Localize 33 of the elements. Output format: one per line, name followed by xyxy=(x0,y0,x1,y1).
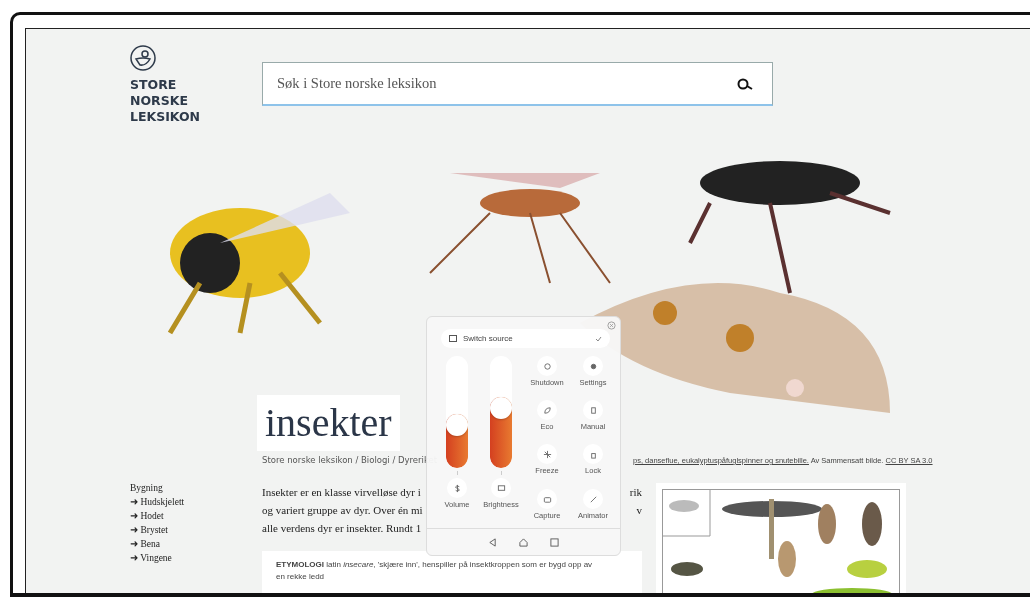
paragraph-text: og variert gruppe av dyr. Over én mi xyxy=(262,503,423,518)
snowflake-icon xyxy=(542,449,552,459)
home-button[interactable] xyxy=(519,537,528,547)
sidebar-link[interactable]: ➜ Hudskjelett xyxy=(130,496,262,507)
check-icon xyxy=(595,335,602,342)
site-logo-text: STORE NORSKE LEKSIKON xyxy=(130,77,202,125)
sidebar-link[interactable]: ➜ Brystet xyxy=(130,524,262,535)
sidebar-heading: Bygning xyxy=(130,483,164,493)
etymology-text: en rekke ledd xyxy=(276,571,326,583)
recents-button[interactable] xyxy=(550,537,559,547)
vertical-slider[interactable] xyxy=(446,356,468,468)
article-title: insekter xyxy=(257,395,400,451)
slider-thumb[interactable] xyxy=(446,414,468,437)
source-icon xyxy=(449,335,457,342)
etymology-text: ETYMOLOGI latin insecare, 'skjære inn', henspiller på insektkroppen som er bygd opp av xyxy=(276,559,594,571)
paragraph-text: v xyxy=(636,503,642,518)
screen-icon xyxy=(496,483,506,493)
dollar-icon xyxy=(452,483,462,493)
paragraph-text: rik xyxy=(629,485,642,500)
slider-thumb[interactable] xyxy=(490,397,512,420)
logo-icon xyxy=(130,45,156,71)
search-field[interactable]: Søk i Store norske leksikon xyxy=(262,62,773,106)
back-button[interactable] xyxy=(488,537,497,547)
leaf-icon xyxy=(542,405,552,415)
sidebar-link[interactable]: ➜ Hodet xyxy=(130,510,262,521)
vertical-slider[interactable] xyxy=(490,356,512,468)
sidebar-link[interactable]: ➜ Vingene xyxy=(130,552,262,563)
switch-source-button[interactable]: Switch source xyxy=(441,329,610,348)
paragraph-text: alle verdens dyr er insekter. Rundt 1 xyxy=(262,521,422,536)
search-icon[interactable] xyxy=(737,78,753,90)
sidebar-link[interactable]: ➜ Bena xyxy=(130,538,262,549)
pen-icon xyxy=(588,494,598,504)
paragraph-text: Insekter er en klasse virvelløse dyr i xyxy=(262,485,421,500)
